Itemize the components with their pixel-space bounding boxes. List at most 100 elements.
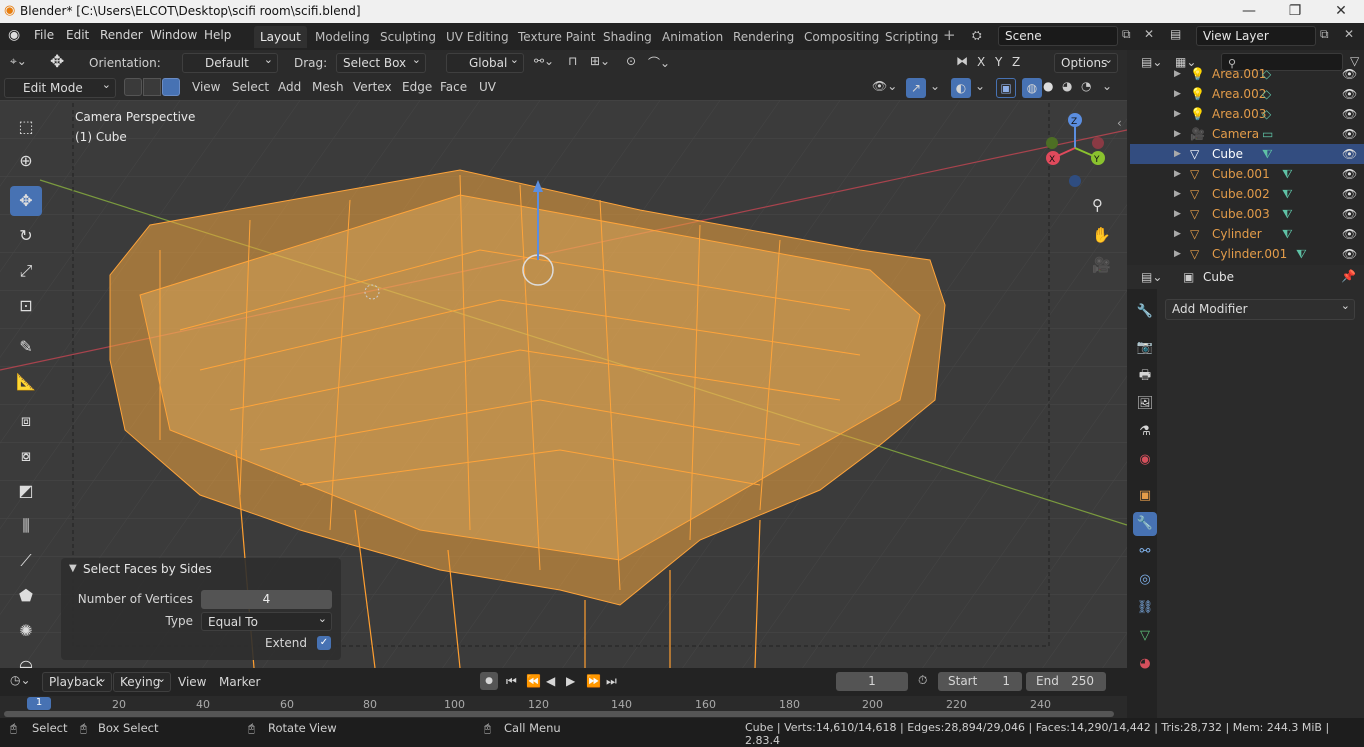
playhead-frame[interactable]: 1 — [27, 697, 51, 710]
visibility-eye-icon[interactable]: 👁 — [1342, 244, 1357, 264]
snap-target-icon[interactable]: ⊞⌄ — [590, 54, 610, 68]
outliner-row[interactable]: ▶ ▽ Cube ⧨ 👁 — [1130, 144, 1364, 164]
outliner-row[interactable]: ▶ ▽ Cube.001 ⧨ 👁 — [1130, 164, 1364, 184]
navigation-gizmo[interactable]: Z X Y — [1040, 110, 1115, 190]
pin-icon[interactable]: 📌 — [1341, 269, 1356, 283]
playback-dropdown[interactable]: Playback — [42, 670, 112, 692]
visibility-eye-icon[interactable]: 👁 — [1342, 204, 1357, 224]
annotate-tool[interactable]: ✎ — [10, 332, 42, 362]
collapse-arrow-icon[interactable]: ▼ — [69, 563, 77, 574]
bevel-tool[interactable]: ◩ — [10, 476, 42, 506]
menu-uv[interactable]: UV — [479, 80, 496, 94]
move-tool-icon[interactable]: ✥ — [50, 52, 64, 72]
expand-arrow-icon[interactable]: ▶ — [1174, 84, 1181, 104]
world-tab-icon[interactable]: ◉ — [1133, 448, 1157, 472]
tab-animation[interactable]: Animation — [656, 26, 729, 48]
scene-field[interactable]: Scene — [998, 26, 1118, 46]
camera-data-icon[interactable]: ▭ — [1262, 124, 1273, 144]
physics-tab-icon[interactable]: ◎ — [1133, 568, 1157, 592]
spin-tool[interactable]: ✺ — [10, 616, 42, 646]
mesh-data-icon[interactable]: ⧨ — [1296, 244, 1307, 264]
particles-tab-icon[interactable]: ⚯ — [1133, 540, 1157, 564]
render-tab-icon[interactable]: 📷 — [1133, 336, 1157, 360]
menu-add[interactable]: Add — [278, 80, 301, 94]
xray-icon[interactable]: ▣ — [996, 78, 1016, 98]
mode-dropdown[interactable]: Edit Mode — [4, 76, 116, 98]
snap-icon[interactable]: ⊓ — [568, 54, 577, 68]
orientation-dropdown[interactable]: Default — [182, 51, 278, 73]
visibility-eye-icon[interactable]: 👁 — [1342, 224, 1357, 244]
drag-dropdown[interactable]: Select Box — [336, 51, 426, 73]
gizmo-toggle-icon[interactable]: ↗ — [906, 78, 926, 98]
cursor-tool[interactable]: ⊕ — [10, 146, 42, 176]
select-box-tool[interactable]: ⬚ — [10, 112, 42, 142]
light-data-icon[interactable]: ◇ — [1262, 64, 1271, 84]
poly-build-tool[interactable]: ⬟ — [10, 581, 42, 611]
tab-uv-editing[interactable]: UV Editing — [440, 26, 515, 48]
mesh-data-icon[interactable]: ⧨ — [1262, 144, 1273, 164]
pan-hand-icon[interactable]: ✋ — [1092, 226, 1111, 244]
outliner-row[interactable]: ▶ ▽ Cylinder ⧨ 👁 — [1130, 224, 1364, 244]
timeline-view-menu[interactable]: View — [178, 675, 206, 689]
maximize-icon[interactable]: ❐ — [1272, 0, 1318, 23]
outliner-row[interactable]: ▶ ▽ Cube.003 ⧨ 👁 — [1130, 204, 1364, 224]
timeline-marker-menu[interactable]: Marker — [219, 675, 260, 689]
mirror-y-toggle[interactable]: Y — [995, 55, 1002, 69]
scale-tool[interactable]: ⤢ — [10, 256, 42, 286]
visibility-eye-icon[interactable]: 👁 — [1342, 184, 1357, 204]
end-frame-field[interactable]: End 250 — [1026, 672, 1106, 691]
operator-title[interactable]: Select Faces by Sides — [83, 562, 212, 576]
visibility-icon[interactable]: 👁⌄ — [872, 79, 897, 93]
edge-select-icon[interactable] — [143, 78, 161, 96]
expand-arrow-icon[interactable]: ▶ — [1174, 204, 1181, 224]
light-data-icon[interactable]: ◇ — [1262, 104, 1271, 124]
tab-compositing[interactable]: Compositing — [798, 26, 885, 48]
expand-arrow-icon[interactable]: ▶ — [1174, 224, 1181, 244]
tab-texture-paint[interactable]: Texture Paint — [512, 26, 601, 48]
remove-view-layer-icon[interactable]: ✕ — [1344, 27, 1354, 41]
current-frame-field[interactable]: 1 — [836, 672, 908, 691]
wireframe-shading-icon[interactable]: ◍ — [1022, 78, 1042, 98]
outliner-row[interactable]: ▶ ▽ Cylinder.001 ⧨ 👁 — [1130, 244, 1364, 264]
minimize-icon[interactable]: — — [1226, 0, 1272, 23]
zoom-icon[interactable]: ⚲ — [1092, 196, 1103, 214]
rotate-tool[interactable]: ↻ — [10, 221, 42, 251]
menu-vertex[interactable]: Vertex — [353, 80, 392, 94]
expand-arrow-icon[interactable]: ▶ — [1174, 64, 1181, 84]
smooth-tool[interactable]: ◒ — [10, 651, 42, 668]
properties-editor-type-icon[interactable]: ▤⌄ — [1141, 270, 1162, 284]
close-icon[interactable]: ✕ — [1318, 0, 1364, 23]
solid-shading-icon[interactable]: ● — [1043, 79, 1053, 93]
3d-viewport[interactable]: Camera Perspective (1) Cube ⬚ ⊕ ✥ ↻ ⤢ ⊡ … — [0, 100, 1127, 668]
expand-arrow-icon[interactable]: ▶ — [1174, 124, 1181, 144]
keying-dropdown[interactable]: Keying — [113, 670, 171, 692]
new-view-layer-icon[interactable]: ⧉ — [1320, 27, 1329, 42]
visibility-eye-icon[interactable]: 👁 — [1342, 104, 1357, 124]
expand-arrow-icon[interactable]: ▶ — [1174, 104, 1181, 124]
light-data-icon[interactable]: ◇ — [1262, 84, 1271, 104]
scene-tab-icon[interactable]: ⚗ — [1133, 420, 1157, 444]
tool-tab-icon[interactable]: 🔧 — [1133, 300, 1157, 324]
tab-rendering[interactable]: Rendering — [727, 26, 800, 48]
prev-keyframe-icon[interactable]: ⏪ — [526, 674, 541, 688]
proportional-edit-icon[interactable]: ⊙ — [626, 54, 636, 68]
mesh-data-icon[interactable]: ⧨ — [1282, 164, 1293, 184]
camera-view-icon[interactable]: 🎥 — [1092, 256, 1111, 274]
measure-tool[interactable]: 📐 — [10, 367, 42, 397]
data-tab-icon[interactable]: ▽ — [1133, 624, 1157, 648]
timeline-editor-type-icon[interactable]: ◷⌄ — [10, 673, 31, 687]
new-scene-icon[interactable]: ⧉ — [1122, 27, 1131, 42]
menu-edge[interactable]: Edge — [402, 80, 432, 94]
expand-arrow-icon[interactable]: ▶ — [1174, 184, 1181, 204]
move-tool[interactable]: ✥ — [10, 186, 42, 216]
timeline-scrollbar[interactable] — [4, 711, 1114, 717]
extend-checkbox[interactable]: ✓ — [317, 636, 331, 650]
knife-tool[interactable]: ⟋ — [10, 546, 42, 576]
rendered-shading-icon[interactable]: ◔ — [1081, 79, 1091, 93]
add-workspace-icon[interactable]: + — [943, 26, 956, 44]
jump-end-icon[interactable]: ⏭ — [606, 674, 617, 689]
tab-modeling[interactable]: Modeling — [309, 26, 376, 48]
outliner-row[interactable]: ▶ ▽ Cube.002 ⧨ 👁 — [1130, 184, 1364, 204]
options-dropdown[interactable]: Options — [1054, 51, 1118, 73]
sidebar-toggle-icon[interactable]: ‹ — [1117, 116, 1122, 130]
